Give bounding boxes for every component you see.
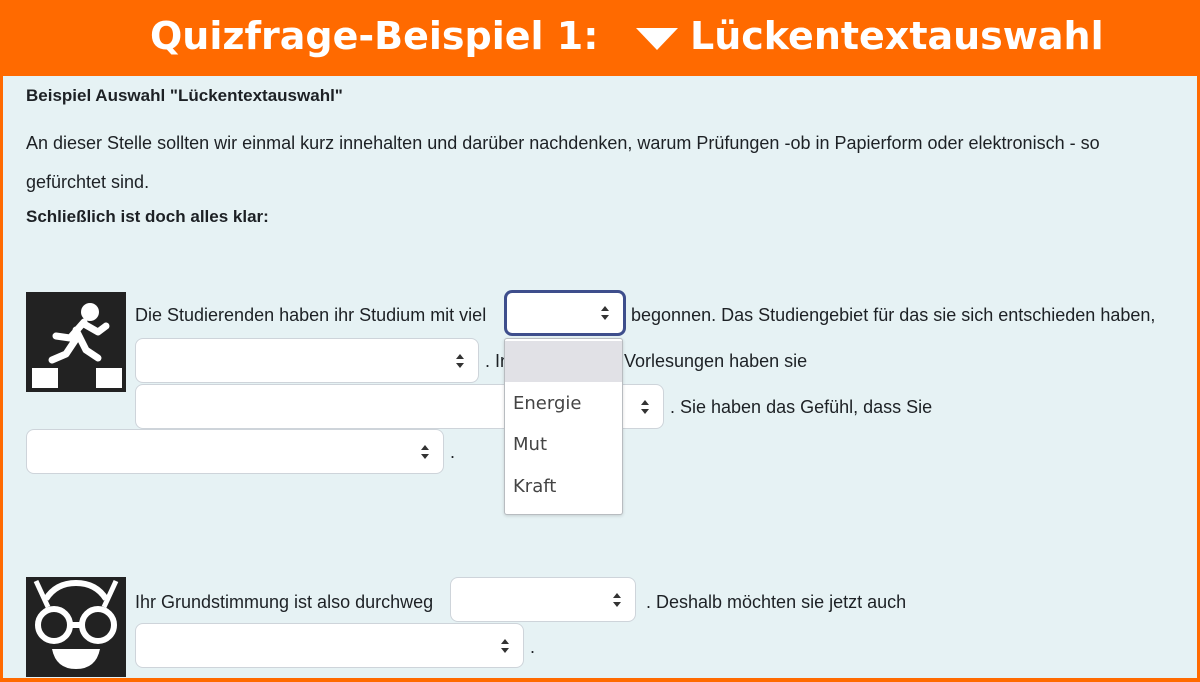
dropdown-options-list: Energie Mut Kraft xyxy=(504,338,623,515)
intro-text-line1: An dieser Stelle sollten wir einmal kurz… xyxy=(26,133,1100,153)
goggles-face-icon xyxy=(26,577,126,677)
subheading: Schließlich ist doch alles klar: xyxy=(26,207,269,226)
header-title-right-group: Lückentextauswahl xyxy=(636,14,1104,58)
jumping-person-icon xyxy=(26,292,126,392)
q1-text-2: begonnen. Das Studiengebiet für das sie … xyxy=(631,305,1156,325)
question-heading: Beispiel Auswahl "Lückentextauswahl" xyxy=(26,86,343,105)
header-title-right: Lückentextauswahl xyxy=(690,14,1104,58)
q1-text-5: . Sie haben das Gefühl, dass Sie xyxy=(670,397,933,417)
triangle-down-icon xyxy=(636,28,678,50)
sort-caret-icon xyxy=(501,638,509,653)
dropdown-option-energie[interactable]: Energie xyxy=(505,383,622,424)
q1-text-4: Vorlesungen haben sie xyxy=(624,351,808,371)
intro-text-line2: gefürchtet sind. xyxy=(26,172,150,192)
q1-text-6: . xyxy=(450,442,456,462)
sort-caret-icon xyxy=(613,592,621,607)
sort-caret-icon xyxy=(641,399,649,414)
gap-select-4[interactable] xyxy=(26,429,444,474)
q2-text-1: Ihr Grundstimmung ist also durchweg xyxy=(135,592,434,612)
sort-caret-icon xyxy=(421,444,429,459)
q1-text-1: Die Studierenden haben ihr Studium mit v… xyxy=(135,305,487,325)
header-banner: Quizfrage-Beispiel 1: Lückentextauswahl xyxy=(0,0,1200,76)
dropdown-option-empty[interactable] xyxy=(505,341,622,382)
q2-text-3: . xyxy=(530,637,536,657)
sort-caret-icon xyxy=(601,306,609,320)
dropdown-option-kraft[interactable]: Kraft xyxy=(505,466,622,507)
gap-select-6[interactable] xyxy=(135,623,524,668)
question-content: Beispiel Auswahl "Lückentextauswahl" An … xyxy=(3,76,1197,678)
sort-caret-icon xyxy=(456,353,464,368)
header-title-left: Quizfrage-Beispiel 1: xyxy=(150,14,599,58)
dropdown-option-mut[interactable]: Mut xyxy=(505,424,622,465)
q2-text-2: . Deshalb möchten sie jetzt auch xyxy=(646,592,907,612)
gap-select-2[interactable] xyxy=(135,338,479,383)
gap-select-1[interactable] xyxy=(504,290,626,336)
gap-select-5[interactable] xyxy=(450,577,636,622)
